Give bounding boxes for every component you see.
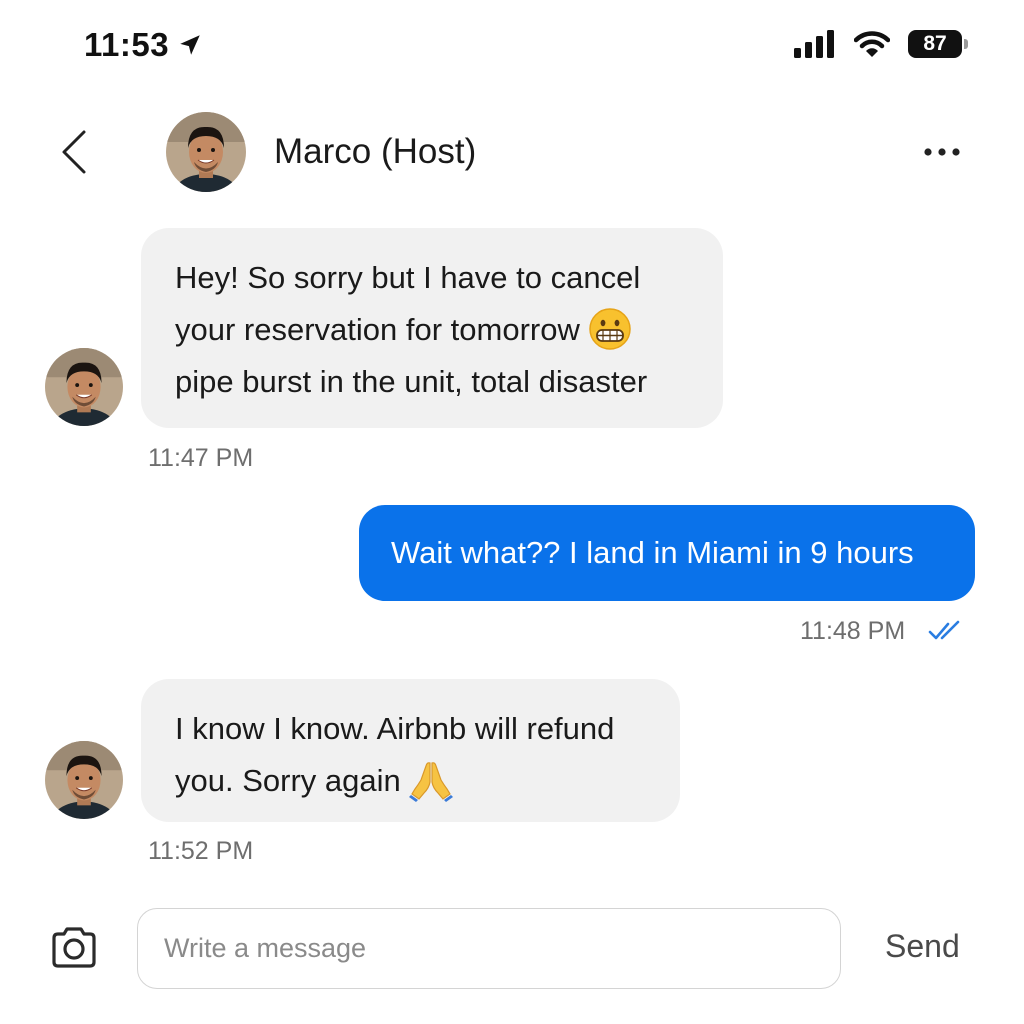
chat-screen: 11:53 87 Marco (Host) Hey! So sorry but … xyxy=(0,0,1024,1024)
status-time: 11:53 xyxy=(84,26,203,64)
wifi-icon xyxy=(854,31,890,57)
double-check-icon xyxy=(928,620,960,640)
message-timestamp: 11:47 PM xyxy=(148,444,254,472)
status-indicators: 87 xyxy=(794,30,968,58)
message-input[interactable] xyxy=(137,908,841,989)
message-bubble-outgoing[interactable]: Wait what?? I land in Miami in 9 hours xyxy=(359,505,975,601)
grimacing-face-emoji xyxy=(589,308,631,350)
folded-hands-emoji xyxy=(408,762,453,802)
battery-icon: 87 xyxy=(908,30,968,58)
back-button[interactable] xyxy=(56,128,92,176)
camera-icon[interactable] xyxy=(48,922,100,974)
message-text-line-with-emoji: your reservation for tomorrow xyxy=(175,304,693,356)
contact-name[interactable]: Marco (Host) xyxy=(274,132,476,172)
message-timestamp: 11:52 PM xyxy=(148,837,254,865)
more-options-icon[interactable] xyxy=(922,140,962,164)
message-text-line: I know I know. Airbnb will refund xyxy=(175,711,615,746)
message-bubble-incoming[interactable]: Hey! So sorry but I have to cancel your … xyxy=(141,228,723,428)
sender-avatar xyxy=(45,348,123,426)
message-text-line: Hey! So sorry but I have to cancel xyxy=(175,260,641,295)
message-text-line: your reservation for tomorrow xyxy=(175,312,580,347)
message-timestamp: 11:48 PM xyxy=(800,617,906,645)
message-text-line-with-emoji: you. Sorry again xyxy=(175,755,650,807)
battery-cap xyxy=(964,39,968,49)
location-arrow-icon xyxy=(180,35,200,55)
send-button[interactable]: Send xyxy=(885,928,960,965)
message-text-line: Wait what?? I land in Miami in 9 hours xyxy=(391,535,914,570)
message-text-line: you. Sorry again xyxy=(175,763,401,798)
message-text-line: pipe burst in the unit, total disaster xyxy=(175,364,648,399)
message-bubble-incoming[interactable]: I know I know. Airbnb will refund you. S… xyxy=(141,679,680,822)
signal-icon xyxy=(794,30,834,58)
battery-level: 87 xyxy=(923,32,947,55)
status-time-text: 11:53 xyxy=(84,26,170,63)
contact-avatar[interactable] xyxy=(166,112,246,192)
sender-avatar xyxy=(45,741,123,819)
